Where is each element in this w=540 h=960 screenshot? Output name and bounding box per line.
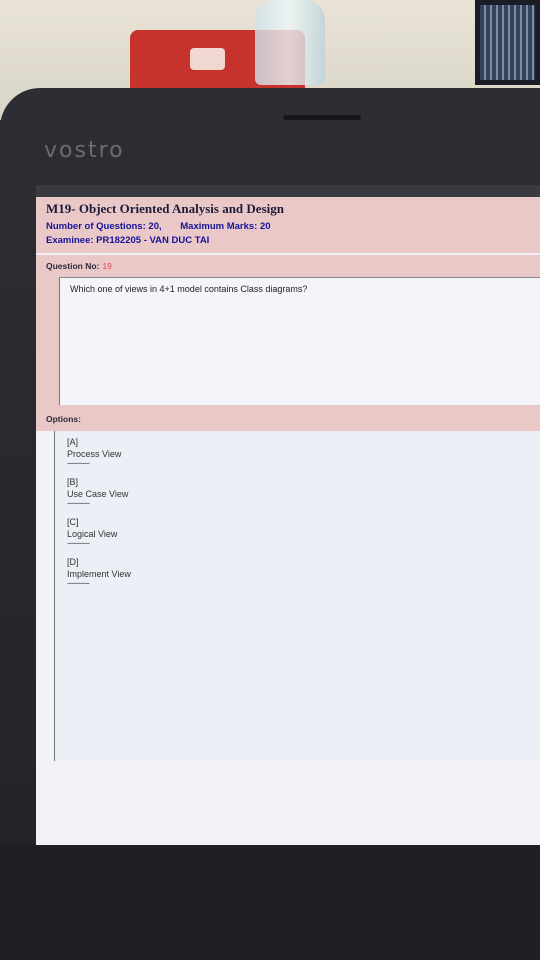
exam-stats: Number of Questions: 20, Maximum Marks: … xyxy=(46,221,271,232)
max-marks-value: 20 xyxy=(260,221,271,232)
option-d-key: [D] xyxy=(67,557,79,567)
laptop-brand-logo: vostro xyxy=(44,138,125,163)
background-monitor xyxy=(475,0,540,85)
max-marks-label: Maximum Marks: xyxy=(180,221,258,232)
option-separator: ----------- xyxy=(67,538,90,548)
red-object-slot xyxy=(190,48,225,70)
exam-title: M19- Object Oriented Analysis and Design xyxy=(46,201,284,216)
options-label: Options: xyxy=(46,414,81,424)
option-b-key: [B] xyxy=(67,477,79,487)
options-box: [A] Process View ----------- [B] Use Cas… xyxy=(54,431,540,761)
background-monitor-screen xyxy=(480,5,535,80)
webcam-strip xyxy=(283,115,361,120)
window-title-bar xyxy=(36,185,540,197)
options-header: Options: xyxy=(36,405,540,431)
question-label-text: Question No: xyxy=(46,261,100,271)
option-separator: ----------- xyxy=(67,498,90,508)
examinee-label: Examinee: xyxy=(46,235,94,246)
option-d[interactable]: [D] Implement View ----------- xyxy=(67,557,131,588)
option-b[interactable]: [B] Use Case View ----------- xyxy=(67,477,128,508)
question-section: Question No: 19 Which one of views in 4+1… xyxy=(36,255,540,406)
exam-window: M19- Object Oriented Analysis and Design… xyxy=(36,185,540,845)
option-separator: ----------- xyxy=(67,458,90,468)
option-a[interactable]: [A] Process View ----------- xyxy=(67,437,121,468)
question-number: 19 xyxy=(102,261,112,271)
questions-count-label: Number of Questions: xyxy=(46,221,146,232)
exam-header: M19- Object Oriented Analysis and Design… xyxy=(36,197,540,253)
laptop-bottom-bezel xyxy=(0,845,540,960)
option-c-key: [C] xyxy=(67,517,79,527)
examinee-value: PR182205 - VAN DUC TAI xyxy=(96,235,210,246)
question-text: Which one of views in 4+1 model contains… xyxy=(70,284,308,294)
questions-count-value: 20, xyxy=(148,221,162,232)
question-number-label: Question No: 19 xyxy=(46,261,112,271)
question-text-box: Which one of views in 4+1 model contains… xyxy=(59,277,540,406)
option-c[interactable]: [C] Logical View ----------- xyxy=(67,517,117,548)
water-bottle xyxy=(255,0,325,85)
examinee-line: Examinee: PR182205 - VAN DUC TAI xyxy=(46,235,209,246)
option-a-key: [A] xyxy=(67,437,79,447)
option-separator: ----------- xyxy=(67,578,90,588)
